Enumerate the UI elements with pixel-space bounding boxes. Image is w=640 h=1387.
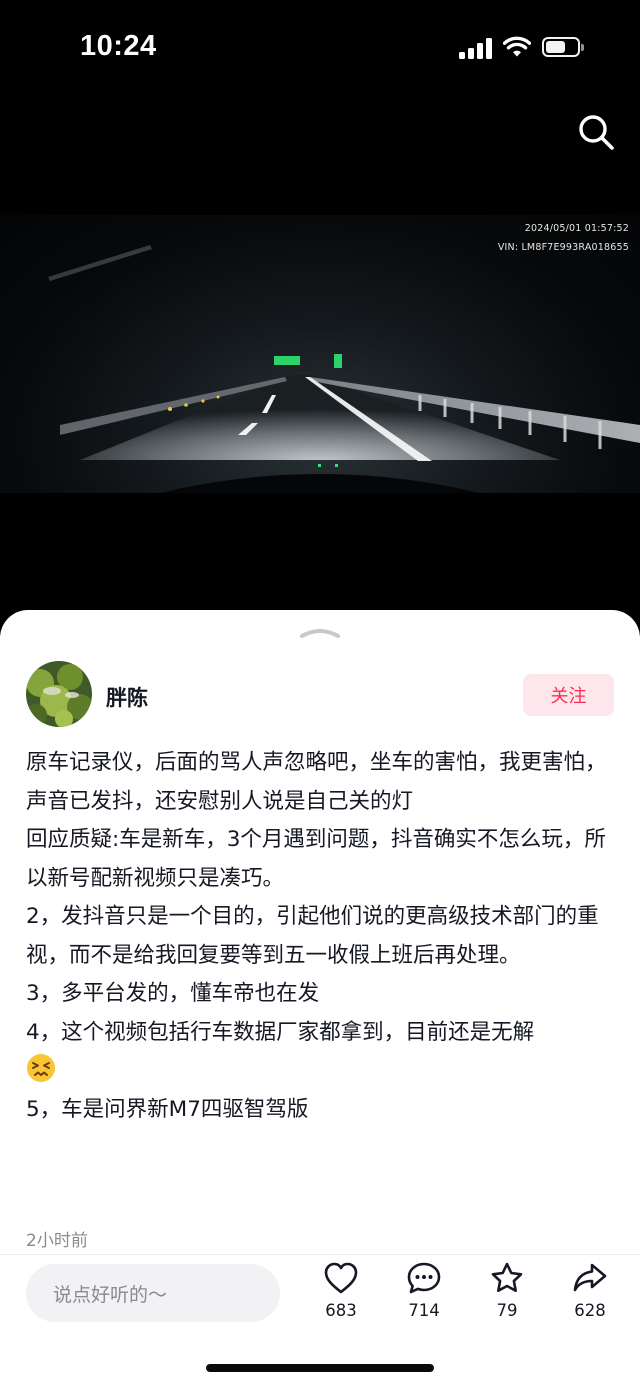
status-bar: 10:24 xyxy=(0,0,640,95)
video-timestamp: 2024/05/01 01:57:52 xyxy=(524,223,629,234)
emoji-line xyxy=(26,1052,614,1091)
post-time: 2小时前 xyxy=(26,1231,88,1251)
video-player[interactable]: 2024/05/01 01:57:52 VIN: LM8F7E993RA0186… xyxy=(0,215,640,493)
search-icon[interactable] xyxy=(574,110,618,154)
post-paragraph: 5，车是问界新M7四驱智驾版 xyxy=(26,1096,309,1122)
heart-icon xyxy=(324,1262,358,1294)
home-indicator xyxy=(206,1364,434,1372)
post-paragraph: 4，这个视频包括行车数据厂家都拿到，目前还是无解 xyxy=(26,1019,535,1045)
comment-bubble-icon xyxy=(407,1262,441,1294)
like-count: 683 xyxy=(325,1301,357,1320)
video-vin: VIN: LM8F7E993RA018655 xyxy=(497,242,629,253)
post-paragraph: 原车记录仪，后面的骂人声忽略吧，坐车的害怕，我更害怕，声音已发抖，还安慰别人说是… xyxy=(26,750,607,814)
favorite-button[interactable]: 79 xyxy=(477,1261,537,1320)
favorite-count: 79 xyxy=(496,1301,518,1320)
comment-button[interactable]: 714 xyxy=(394,1261,454,1320)
author-name[interactable]: 胖陈 xyxy=(106,682,148,712)
share-count: 628 xyxy=(574,1301,606,1320)
battery-level xyxy=(546,41,565,53)
share-button[interactable]: 628 xyxy=(560,1261,620,1320)
status-time: 10:24 xyxy=(80,30,157,62)
chevron-up-icon[interactable] xyxy=(298,625,342,639)
post-paragraph: 回应质疑:车是新车，3个月遇到问题，抖音确实不怎么玩，所以新号配新视频只是凑巧。 xyxy=(26,827,606,891)
comment-input[interactable]: 说点好听的～ xyxy=(26,1264,280,1322)
share-arrow-icon xyxy=(573,1263,607,1292)
follow-button[interactable]: 关注 xyxy=(523,674,614,716)
comment-count: 714 xyxy=(408,1301,440,1320)
cellular-signal-icon xyxy=(459,37,493,59)
post-paragraph: 3，多平台发的，懂车帝也在发 xyxy=(26,981,320,1006)
star-icon xyxy=(491,1262,523,1292)
divider xyxy=(0,1254,640,1255)
wifi-icon xyxy=(503,36,531,57)
post-paragraph: 2，发抖音只是一个目的，引起他们说的更高级技术部门的重视，而不是给我回复要等到五… xyxy=(26,904,599,968)
post-text: 原车记录仪，后面的骂人声忽略吧，坐车的害怕，我更害怕，声音已发抖，还安慰别人说是… xyxy=(26,744,614,1129)
angry-face-emoji-icon xyxy=(27,1054,55,1082)
avatar[interactable] xyxy=(26,661,92,727)
dashcam-frame xyxy=(48,245,640,493)
battery-icon xyxy=(542,37,584,57)
like-button[interactable]: 683 xyxy=(311,1261,371,1320)
post-sheet: 胖陈 关注 原车记录仪，后面的骂人声忽略吧，坐车的害怕，我更害怕，声音已发抖，还… xyxy=(0,610,640,1387)
